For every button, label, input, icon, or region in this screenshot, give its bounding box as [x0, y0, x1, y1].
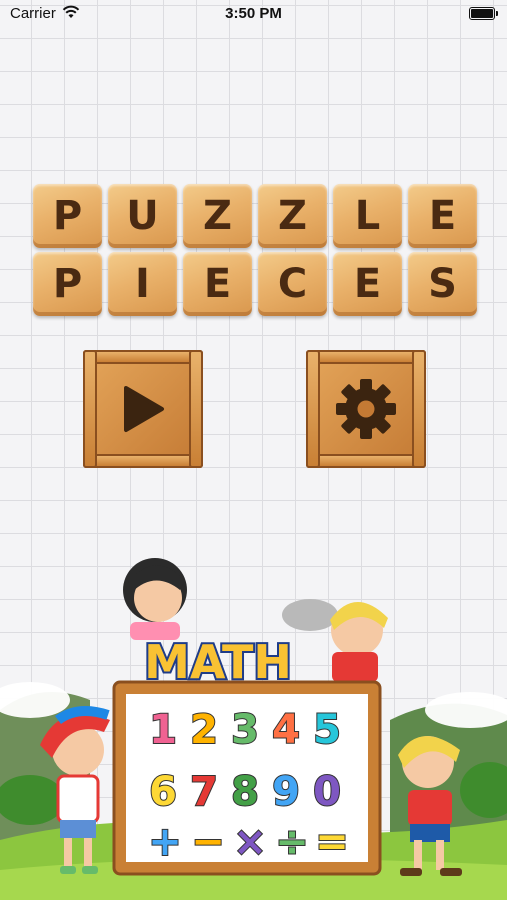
battery-icon	[469, 7, 498, 20]
digit: 1	[149, 707, 177, 753]
title-tile: E	[183, 252, 252, 316]
clock: 3:50 PM	[225, 5, 282, 22]
title-tile: I	[108, 252, 177, 316]
digit: 2	[190, 707, 218, 753]
title-tile: E	[333, 252, 402, 316]
title-tile: Z	[258, 184, 327, 248]
operator: =	[315, 819, 349, 865]
digit: 7	[190, 769, 218, 815]
title-tile: C	[258, 252, 327, 316]
digit: 4	[272, 707, 300, 753]
title-tile: Z	[183, 184, 252, 248]
gear-icon	[336, 379, 396, 439]
title-tile: L	[333, 184, 402, 248]
play-icon	[124, 386, 164, 432]
operator: ÷	[275, 819, 309, 865]
digit: 9	[272, 769, 300, 815]
digit: 3	[231, 707, 259, 753]
digit: 0	[313, 769, 341, 815]
operator: −	[191, 819, 225, 865]
title-tile: E	[408, 184, 477, 248]
title-tile: P	[33, 252, 102, 316]
title-tile: U	[108, 184, 177, 248]
operator: +	[148, 819, 182, 865]
status-bar: Carrier 3:50 PM	[0, 0, 507, 28]
settings-button[interactable]	[306, 350, 426, 468]
title-tile: P	[33, 184, 102, 248]
operator: ×	[233, 819, 267, 865]
digit: 8	[231, 769, 259, 815]
title-line-1: P U Z Z L E	[33, 184, 477, 248]
math-kids-illustration: MATH 1 2 3 4 5 6 7 8 9 0 + − × ÷ =	[0, 558, 507, 900]
digit: 5	[313, 707, 341, 753]
digit: 6	[149, 769, 177, 815]
title-tile: S	[408, 252, 477, 316]
play-button[interactable]	[83, 350, 203, 468]
title-line-2: P I E C E S	[33, 252, 477, 316]
